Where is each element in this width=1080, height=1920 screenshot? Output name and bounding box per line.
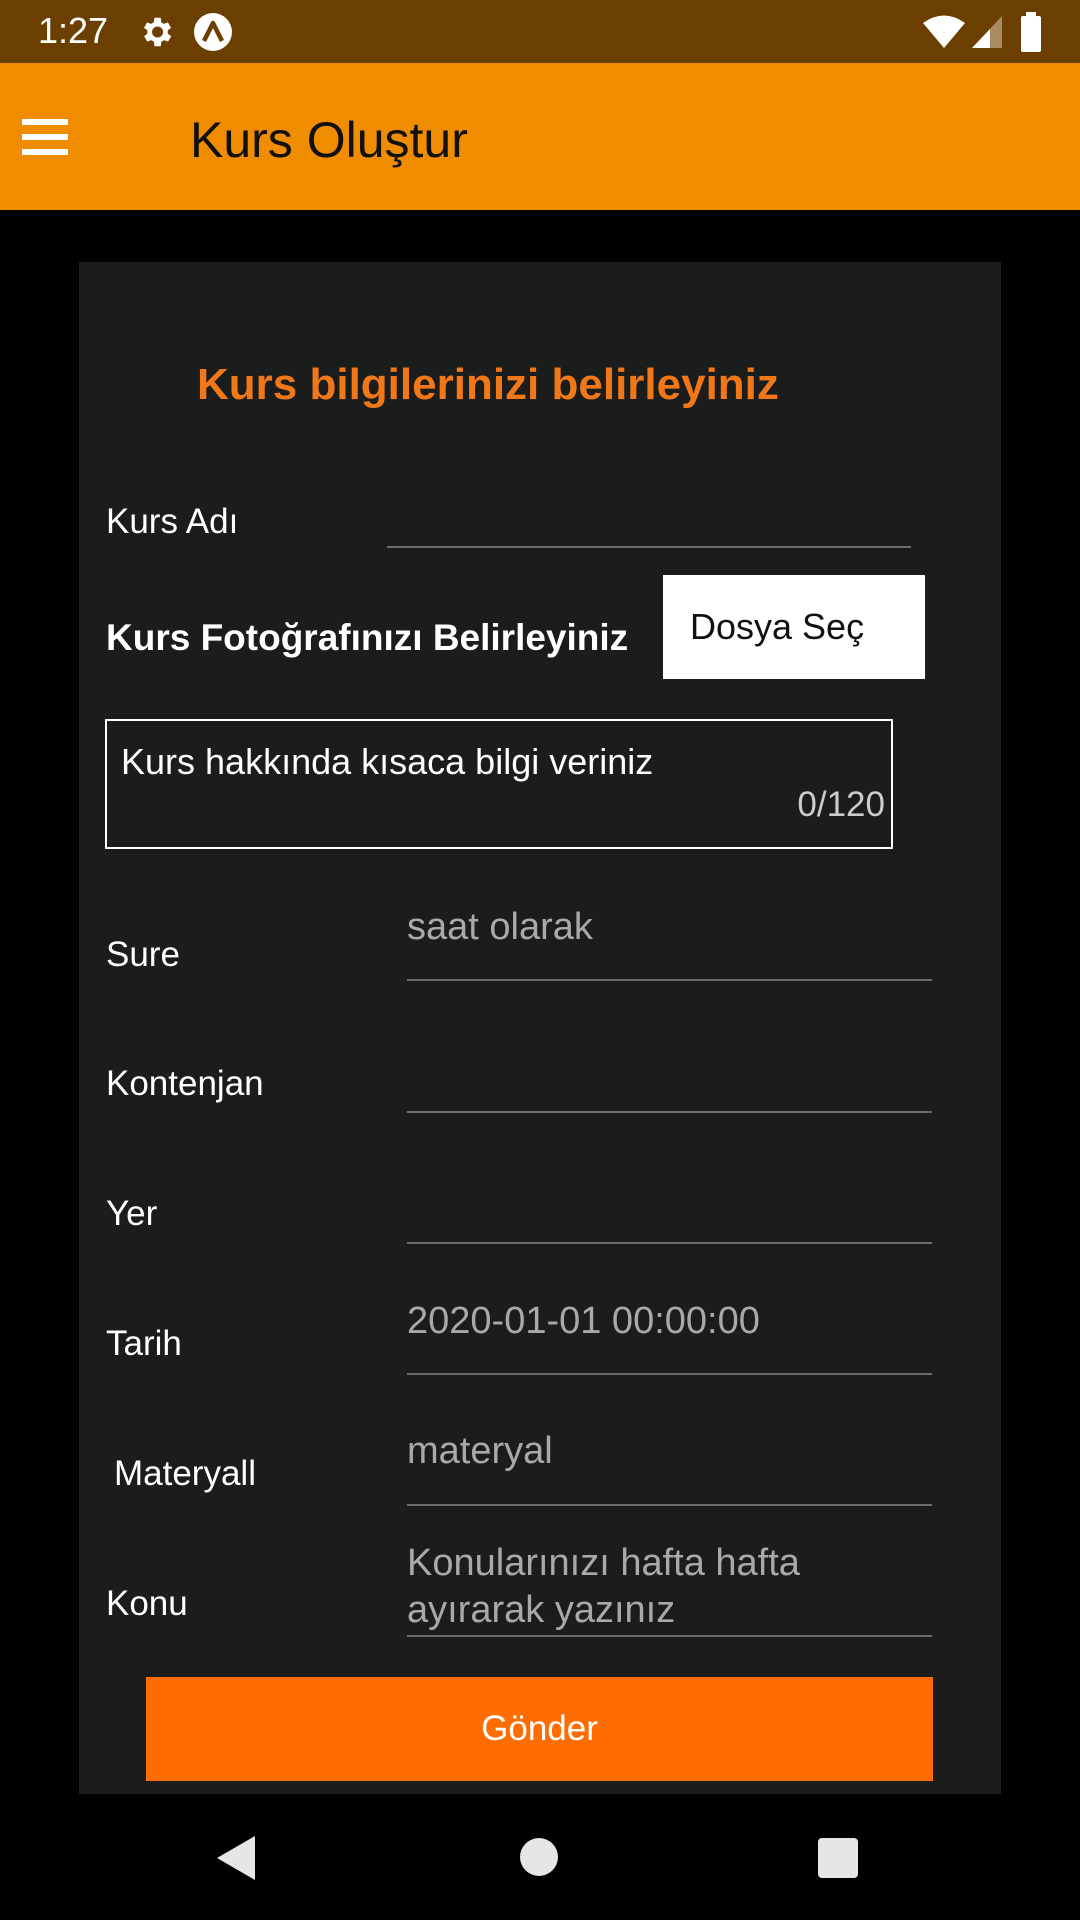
form-heading: Kurs bilgilerinizi belirleyiniz [197,360,779,409]
home-icon[interactable] [519,1837,559,1877]
gear-icon [143,17,172,47]
back-icon[interactable] [215,1834,259,1882]
duration-placeholder: saat olarak [407,906,593,948]
course-name-label: Kurs Adı [106,502,239,541]
location-label: Yer [106,1194,158,1233]
course-photo-label: Kurs Fotoğrafınızı Belirleyiniz [106,617,629,658]
material-placeholder: materyal [407,1430,553,1472]
topic-input[interactable] [407,1635,932,1637]
course-description-textarea[interactable]: Kurs hakkında kısaca bilgi veriniz 0/120 [105,719,893,849]
wifi-icon [923,15,965,48]
a-logo-icon [194,13,232,51]
battery-icon [1021,12,1041,52]
hamburger-menu-icon[interactable] [22,117,68,157]
material-input[interactable] [407,1504,932,1506]
choose-file-button[interactable]: Dosya Seç [663,575,925,679]
status-bar: 1:27 [0,0,1080,63]
status-time: 1:27 [38,10,109,51]
recent-apps-icon[interactable] [818,1838,858,1878]
page-title: Kurs Oluştur [190,112,468,168]
duration-label: Sure [106,935,180,974]
topic-label: Konu [106,1584,188,1623]
character-counter: 0/120 [797,785,885,824]
topic-placeholder-line1: Konularınızı hafta hafta [407,1542,800,1584]
course-form-card: Kurs bilgilerinizi belirleyiniz Kurs Adı… [79,262,1001,1794]
material-label: Materyall [114,1454,256,1493]
date-input[interactable] [407,1373,932,1375]
submit-button[interactable]: Gönder [146,1677,933,1781]
signal-icon [972,16,1002,48]
capacity-input[interactable] [407,1111,932,1113]
system-nav-bar [0,1794,1080,1920]
date-label: Tarih [106,1324,182,1363]
location-input[interactable] [407,1242,932,1244]
date-placeholder: 2020-01-01 00:00:00 [407,1300,760,1342]
duration-input[interactable] [407,979,932,981]
app-bar: Kurs Oluştur [0,63,1080,210]
course-name-input[interactable] [387,546,911,548]
capacity-label: Kontenjan [106,1064,264,1103]
topic-placeholder-line2: ayırarak yazınız [407,1589,676,1631]
description-placeholder: Kurs hakkında kısaca bilgi veriniz [121,741,654,782]
